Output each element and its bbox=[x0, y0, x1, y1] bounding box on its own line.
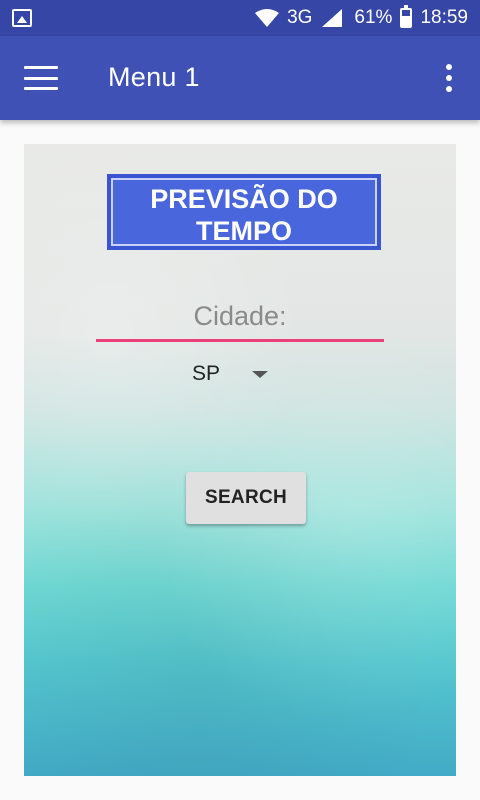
weather-form-panel: PREVISÃO DO TEMPO SP SEARCH bbox=[24, 144, 456, 776]
state-selected-value: SP bbox=[192, 362, 221, 385]
dropdown-arrow-icon bbox=[252, 371, 268, 378]
signal-icon bbox=[320, 9, 346, 27]
overflow-menu-icon[interactable] bbox=[446, 64, 452, 92]
search-button[interactable]: SEARCH bbox=[186, 472, 306, 524]
city-input[interactable] bbox=[96, 294, 384, 342]
app-title: Menu 1 bbox=[108, 62, 200, 92]
hamburger-menu-icon[interactable] bbox=[24, 66, 58, 90]
battery-icon bbox=[400, 5, 413, 28]
status-bar: 3G 61% 18:59 bbox=[0, 0, 480, 36]
battery-percent: 61% bbox=[354, 7, 393, 28]
gallery-icon bbox=[12, 9, 32, 27]
status-indicators: 3G 61% 18:59 bbox=[255, 0, 468, 36]
state-dropdown[interactable]: SP bbox=[184, 354, 280, 394]
network-type: 3G bbox=[287, 7, 313, 28]
clock: 18:59 bbox=[420, 7, 468, 28]
app-bar: Menu 1 bbox=[0, 36, 480, 120]
wifi-icon bbox=[255, 9, 280, 27]
page-title: PREVISÃO DO TEMPO bbox=[107, 174, 381, 250]
